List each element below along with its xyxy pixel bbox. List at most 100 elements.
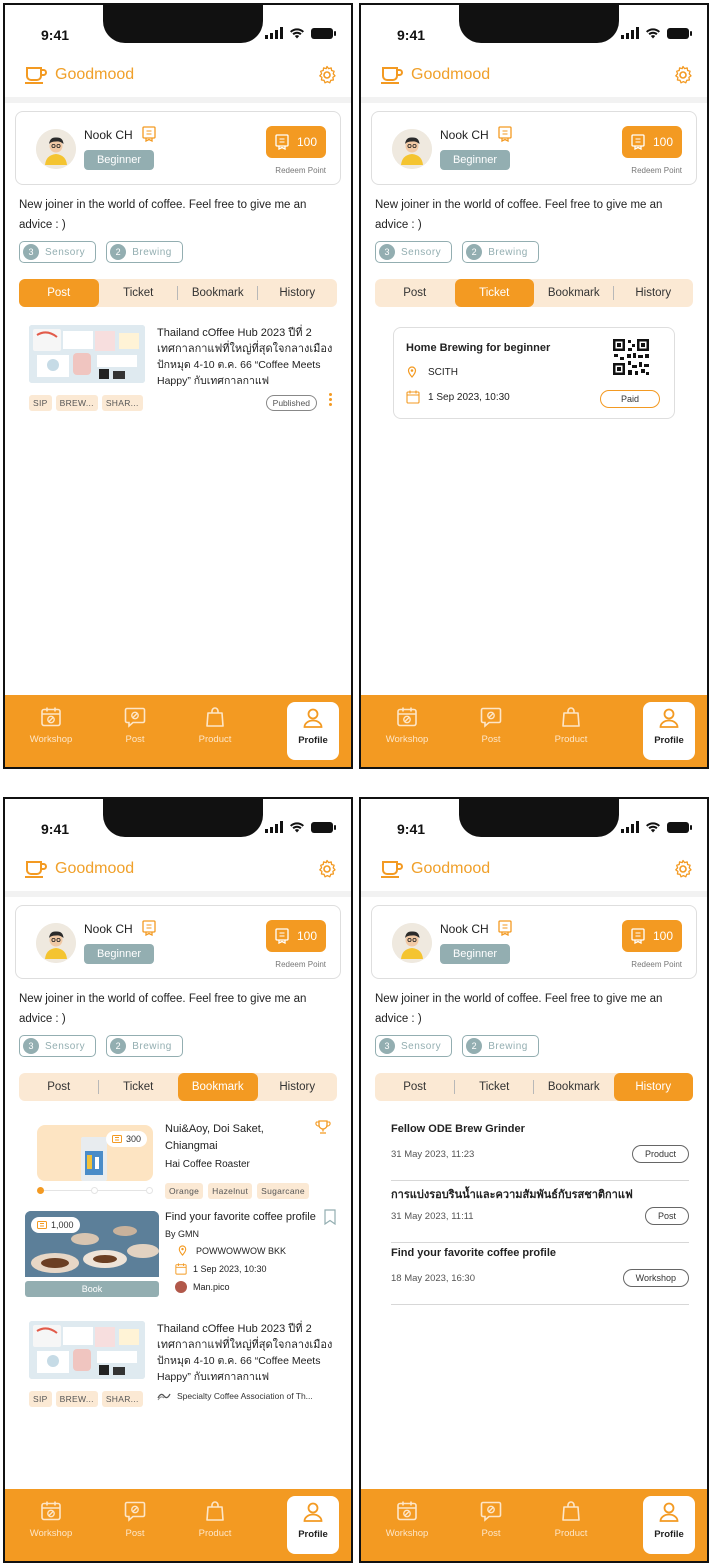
tab-bookmark[interactable]: Bookmark (178, 279, 258, 307)
nav-workshop[interactable]: Workshop (377, 1499, 437, 1555)
settings-gear-icon[interactable] (317, 859, 337, 879)
settings-gear-icon[interactable] (317, 65, 337, 85)
bookmark-post-card[interactable]: Thailand cOffee Hub 2023 ปีที่ 2 เทศกาลก… (19, 1321, 337, 1417)
nav-profile[interactable]: Profile (643, 1496, 695, 1554)
nav-profile[interactable]: Profile (287, 702, 339, 760)
nav-product[interactable]: Product (185, 1499, 245, 1555)
skill-chip-brewing[interactable]: 2 Brewing (462, 1035, 539, 1057)
bookmark-icon[interactable] (323, 1209, 337, 1225)
history-item[interactable]: Find your favorite coffee profile 18 May… (391, 1243, 689, 1305)
calendar-icon (175, 1263, 187, 1275)
redeem-points-button[interactable]: 100 (266, 920, 326, 952)
nav-post[interactable]: Post (461, 1499, 521, 1555)
tab-history[interactable]: History (258, 279, 338, 307)
badge-ribbon-icon (275, 134, 289, 150)
post-title: Thailand cOffee Hub 2023 ปีที่ 2 เทศกาลก… (157, 1323, 333, 1351)
skill-chip-sensory[interactable]: 3 Sensory (19, 1035, 97, 1057)
flavor-note: Sugarcane (257, 1183, 309, 1199)
workshop-location: POWWOWWOW BKK (177, 1245, 286, 1256)
wifi-icon (290, 822, 304, 833)
level-badge: Beginner (84, 944, 154, 964)
skill-chip-brewing[interactable]: 2 Brewing (106, 241, 183, 263)
nav-workshop[interactable]: Workshop (377, 705, 437, 761)
cellular-signal-icon (265, 27, 283, 39)
profile-card: Nook CH Beginner 100 Redeem Point (371, 905, 697, 979)
shopping-bag-icon (562, 1501, 580, 1521)
cellular-signal-icon (621, 27, 639, 39)
profile-card: Nook CH Beginner 100 Redeem Point (15, 905, 341, 979)
tab-bookmark[interactable]: Bookmark (534, 1073, 614, 1101)
battery-icon (311, 821, 336, 833)
bookmark-workshop-card[interactable]: 1,000 Book Find your favorite coffee pro… (25, 1209, 341, 1307)
nav-workshop[interactable]: Workshop (21, 705, 81, 761)
tab-ticket[interactable]: Ticket (455, 1073, 535, 1101)
skill-chip-sensory[interactable]: 3 Sensory (375, 241, 453, 263)
nav-product[interactable]: Product (541, 705, 601, 761)
screen-profile-bookmark: 9:41 Goodmood Nook CH Beginner 100 Redee… (3, 797, 353, 1563)
nav-label: Post (481, 1528, 501, 1539)
tab-ticket[interactable]: Ticket (454, 279, 534, 307)
avatar[interactable] (36, 923, 76, 963)
app-header: Goodmood (361, 854, 707, 888)
skill-count: 2 (110, 244, 127, 260)
tab-post[interactable]: Post (19, 279, 99, 307)
tab-history[interactable]: History (614, 279, 694, 307)
bookmark-product-card[interactable]: 300 Nui&Aoy, Doi Saket, Chiangmai Hai Co… (19, 1117, 337, 1201)
history-item[interactable]: การแบ่งรอบรินน้ำและความสัมพันธ์กับรสชาติ… (391, 1181, 689, 1243)
image-carousel-indicator[interactable] (37, 1187, 153, 1195)
status-time: 9:41 (41, 821, 70, 837)
skill-label: Sensory (401, 1040, 442, 1052)
battery-icon (667, 821, 692, 833)
settings-gear-icon[interactable] (673, 65, 693, 85)
skill-chip-sensory[interactable]: 3 Sensory (19, 241, 97, 263)
settings-gear-icon[interactable] (673, 859, 693, 879)
tab-post[interactable]: Post (375, 1073, 455, 1101)
status-bar: 9:41 (5, 799, 351, 851)
nav-post[interactable]: Post (461, 705, 521, 761)
tab-bookmark[interactable]: Bookmark (534, 279, 614, 307)
chat-bubble-icon (124, 1501, 146, 1522)
nav-product[interactable]: Product (185, 705, 245, 761)
tab-post[interactable]: Post (19, 1073, 99, 1101)
cellular-signal-icon (265, 821, 283, 833)
redeem-points-button[interactable]: 100 (622, 126, 682, 158)
nav-label: Product (554, 1528, 588, 1539)
nav-label: Workshop (385, 734, 429, 745)
profile-bio: New joiner in the world of coffee. Feel … (19, 993, 307, 1025)
post-list-item[interactable]: Thailand cOffee Hub 2023 ปีที่ 2 เทศกาลก… (19, 325, 337, 421)
redeem-points-button[interactable]: 100 (266, 126, 326, 158)
badge-ribbon-icon (142, 920, 156, 936)
ticket-card[interactable]: Home Brewing for beginner SCITH 1 Sep 20… (393, 327, 675, 419)
avatar[interactable] (392, 129, 432, 169)
avatar[interactable] (392, 923, 432, 963)
tab-post[interactable]: Post (375, 279, 455, 307)
skill-chip-brewing[interactable]: 2 Brewing (462, 241, 539, 263)
more-options-icon[interactable] (327, 393, 333, 406)
history-item[interactable]: Fellow ODE Brew Grinder 31 May 2023, 11:… (391, 1119, 689, 1181)
nav-workshop[interactable]: Workshop (21, 1499, 81, 1555)
book-button[interactable]: Book (25, 1281, 159, 1297)
history-time: 31 May 2023, 11:23 (391, 1149, 475, 1160)
nav-post[interactable]: Post (105, 705, 165, 761)
skill-chip-brewing[interactable]: 2 Brewing (106, 1035, 183, 1057)
tab-ticket[interactable]: Ticket (99, 1073, 179, 1101)
badge-ribbon-icon (275, 928, 289, 944)
skill-chip-sensory[interactable]: 3 Sensory (375, 1035, 453, 1057)
nav-profile[interactable]: Profile (643, 702, 695, 760)
tab-bookmark[interactable]: Bookmark (178, 1073, 258, 1101)
nav-product[interactable]: Product (541, 1499, 601, 1555)
flavor-note: Hazelnut (208, 1183, 253, 1199)
nav-profile[interactable]: Profile (287, 1496, 339, 1554)
post-tag: SHAR... (101, 395, 143, 411)
qr-code-icon[interactable] (612, 338, 650, 376)
product-image: 300 (37, 1125, 153, 1181)
tab-history[interactable]: History (613, 1073, 693, 1101)
redeem-points-button[interactable]: 100 (622, 920, 682, 952)
host-avatar (175, 1281, 187, 1293)
tab-history[interactable]: History (258, 1073, 338, 1101)
nav-post[interactable]: Post (105, 1499, 165, 1555)
post-thumbnail (29, 325, 145, 383)
avatar[interactable] (36, 129, 76, 169)
tab-ticket[interactable]: Ticket (99, 279, 179, 307)
nav-label: Product (198, 1528, 232, 1539)
